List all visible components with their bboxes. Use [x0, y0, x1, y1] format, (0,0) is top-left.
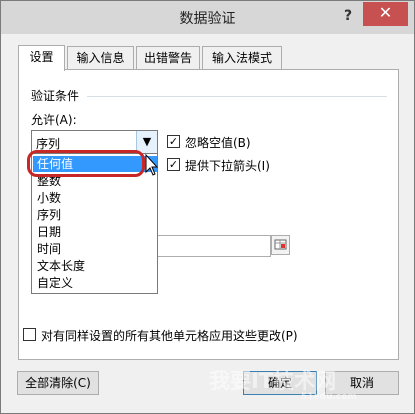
tab-input-message[interactable]: 输入信息 — [67, 46, 134, 69]
dropdown-arrow-checkbox[interactable]: ✓ — [167, 158, 180, 171]
tab-error-alert[interactable]: 出错警告 — [136, 46, 200, 69]
data-validation-dialog: 数据验证 ? ✕ 设置 输入信息 出错警告 输入法模式 验证条件 允许(A): … — [0, 0, 415, 414]
ignore-blank-checkbox[interactable]: ✓ — [167, 135, 180, 148]
apply-all-label: 对有同样设置的所有其他单元格应用这些更改(P) — [41, 329, 298, 343]
ignore-blank-label: 忽略空值(B) — [185, 136, 251, 150]
option-list[interactable]: 序列 — [33, 207, 157, 223]
apply-all-checkbox[interactable] — [23, 328, 36, 341]
option-text-length[interactable]: 文本长度 — [33, 258, 157, 274]
close-button[interactable]: ✕ — [363, 2, 408, 26]
option-date[interactable]: 日期 — [33, 224, 157, 240]
title-bar: 数据验证 ? ✕ — [1, 1, 414, 34]
tab-settings[interactable]: 设置 — [18, 45, 65, 71]
chevron-down-icon[interactable]: ▼ — [136, 131, 157, 153]
allow-label: 允许(A): — [31, 113, 77, 127]
option-custom[interactable]: 自定义 — [33, 275, 157, 291]
option-decimal[interactable]: 小数 — [33, 190, 157, 206]
watermark-url: 51edu.com — [301, 392, 357, 402]
help-button[interactable]: ? — [339, 5, 357, 27]
section-divider — [87, 96, 387, 97]
dropdown-arrow-label: 提供下拉箭头(I) — [185, 159, 270, 173]
source-input[interactable] — [156, 235, 271, 257]
option-time[interactable]: 时间 — [33, 241, 157, 257]
range-select-icon — [274, 239, 287, 250]
mouse-cursor-icon — [145, 154, 159, 176]
range-picker-button[interactable] — [271, 235, 290, 255]
tab-ime-mode[interactable]: 输入法模式 — [202, 46, 282, 69]
highlight-ring — [27, 150, 145, 177]
clear-all-button[interactable]: 全部清除(C) — [17, 371, 99, 395]
section-heading: 验证条件 — [31, 89, 80, 103]
watermark-text: 我要IT技术网 — [209, 369, 337, 393]
